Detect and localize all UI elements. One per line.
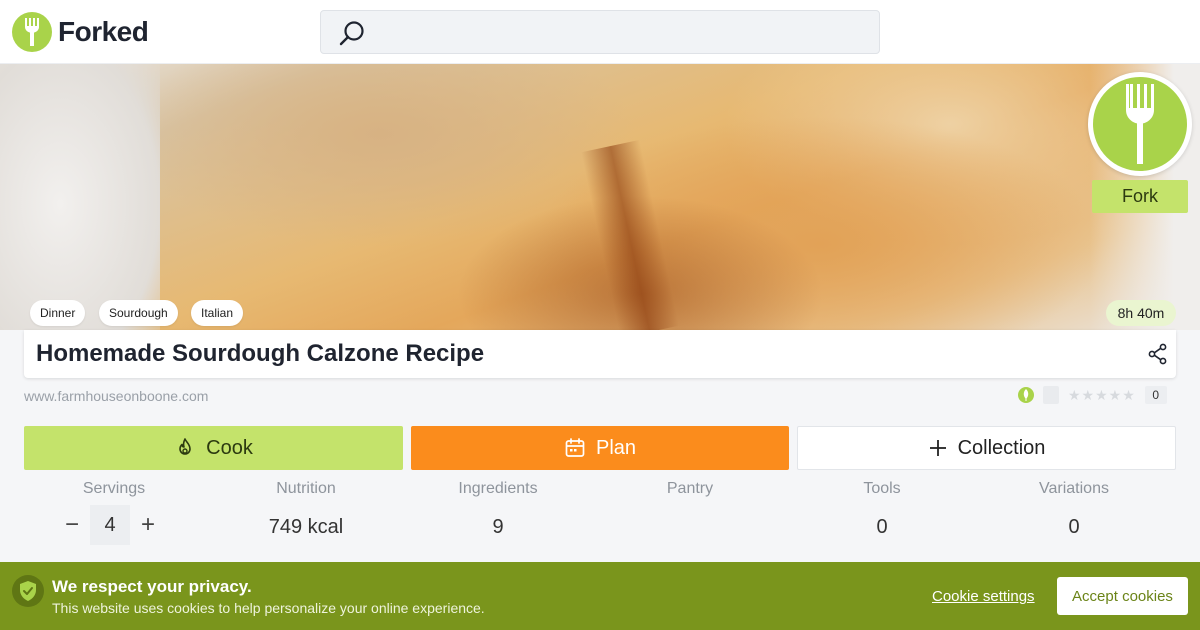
accept-cookies-button[interactable]: Accept cookies <box>1057 577 1188 615</box>
collection-button-label: Collection <box>957 436 1046 459</box>
search-input[interactable] <box>320 10 880 54</box>
servings-label: Servings <box>82 480 146 497</box>
recipe-source-link[interactable]: www.farmhouseonboone.com <box>24 388 208 404</box>
stat-pantry[interactable]: Pantry <box>600 480 780 540</box>
stat-servings: Servings <box>24 480 204 500</box>
stat-ingredients[interactable]: Ingredients 9 <box>408 480 588 540</box>
cookie-settings-link[interactable]: Cookie settings <box>932 588 1035 605</box>
fork-button[interactable]: Fork <box>1092 180 1188 213</box>
site-logo[interactable]: Forked <box>12 12 149 52</box>
fork-logo-icon <box>12 12 52 52</box>
recipe-hero-image <box>0 64 1200 330</box>
share-icon[interactable] <box>1148 343 1168 370</box>
servings-decrement-button[interactable]: − <box>54 505 90 545</box>
tag-dinner[interactable]: Dinner <box>30 300 86 326</box>
cook-button-label: Cook <box>206 436 253 459</box>
recipe-title-card: Homemade Sourdough Calzone Recipe <box>24 330 1176 378</box>
stat-tools[interactable]: Tools 0 <box>792 480 972 540</box>
servings-increment-button[interactable]: + <box>130 505 166 545</box>
total-time-badge: 8h 40m <box>1106 300 1176 326</box>
servings-stepper[interactable]: − 4 + <box>54 505 166 545</box>
variations-value: 0 <box>1068 516 1080 538</box>
stat-nutrition[interactable]: Nutrition 749 kcal <box>216 480 396 540</box>
star-icon[interactable]: ★★★★★ <box>1068 387 1136 404</box>
shield-check-icon <box>12 575 44 607</box>
leaf-icon <box>1018 387 1034 403</box>
hero-crust-detail <box>580 139 680 330</box>
cook-button[interactable]: Cook <box>24 426 403 470</box>
cookie-text: This website uses cookies to help person… <box>52 600 485 616</box>
ingredients-label: Ingredients <box>458 480 538 497</box>
ingredients-value: 9 <box>492 516 504 538</box>
fork-badge[interactable] <box>1088 72 1192 176</box>
rating-placeholder <box>1043 386 1059 404</box>
flame-icon <box>179 438 191 455</box>
servings-value[interactable]: 4 <box>90 505 130 545</box>
stat-variations[interactable]: Variations 0 <box>984 480 1164 540</box>
pantry-label: Pantry <box>666 480 714 497</box>
tag-italian[interactable]: Italian <box>191 300 244 326</box>
nutrition-label: Nutrition <box>276 480 336 497</box>
calendar-icon <box>565 438 585 457</box>
logo-text: Forked <box>58 16 149 47</box>
recipe-rating[interactable]: ★★★★★ 0 <box>1018 386 1167 404</box>
cookie-title: We respect your privacy. <box>52 577 252 596</box>
pantry-value <box>600 516 780 540</box>
plus-icon <box>929 440 946 456</box>
variations-label: Variations <box>1039 480 1109 497</box>
fork-icon <box>1093 77 1187 171</box>
tools-value: 0 <box>876 516 888 538</box>
collection-button[interactable]: Collection <box>797 426 1176 470</box>
plan-button-label: Plan <box>595 436 637 459</box>
tools-label: Tools <box>863 480 901 497</box>
hero-plate <box>0 64 160 330</box>
recipe-title: Homemade Sourdough Calzone Recipe <box>36 340 485 367</box>
site-header: Forked <box>0 0 1200 64</box>
tag-sourdough[interactable]: Sourdough <box>99 300 178 326</box>
rating-count: 0 <box>1144 386 1167 404</box>
cookie-banner: We respect your privacy. This website us… <box>0 562 1200 630</box>
search-icon[interactable] <box>337 19 367 54</box>
nutrition-value: 749 kcal <box>268 516 344 538</box>
plan-button[interactable]: Plan <box>411 426 789 470</box>
